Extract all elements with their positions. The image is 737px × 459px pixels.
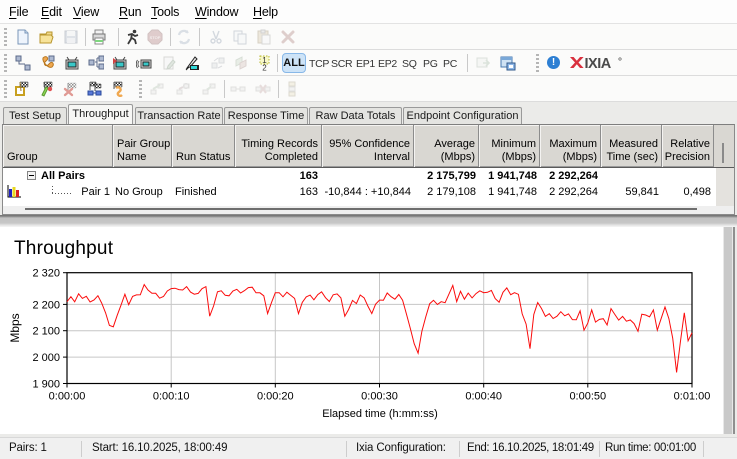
svg-text:0:00:00: 0:00:00: [49, 391, 86, 403]
svg-text:Elapsed time (h:mm:ss): Elapsed time (h:mm:ss): [322, 408, 438, 420]
svg-text:1 900: 1 900: [32, 379, 60, 391]
svg-text:2 200: 2 200: [32, 299, 60, 311]
svg-text:2 000: 2 000: [32, 352, 60, 364]
svg-text:0:00:20: 0:00:20: [257, 391, 294, 403]
svg-text:0:00:50: 0:00:50: [569, 391, 606, 403]
svg-text:STOP: STOP: [150, 35, 161, 40]
svg-text:2 320: 2 320: [32, 268, 60, 280]
svg-text:Mbps: Mbps: [8, 313, 22, 342]
svg-text:0:00:30: 0:00:30: [361, 391, 398, 403]
svg-text:0:00:40: 0:00:40: [465, 391, 502, 403]
svg-text:2 100: 2 100: [32, 326, 60, 338]
svg-text:2: 2: [262, 64, 267, 72]
svg-text:0:01:00: 0:01:00: [674, 391, 711, 403]
svg-text:IXIA: IXIA: [585, 56, 612, 71]
svg-text:0:00:10: 0:00:10: [153, 391, 190, 403]
